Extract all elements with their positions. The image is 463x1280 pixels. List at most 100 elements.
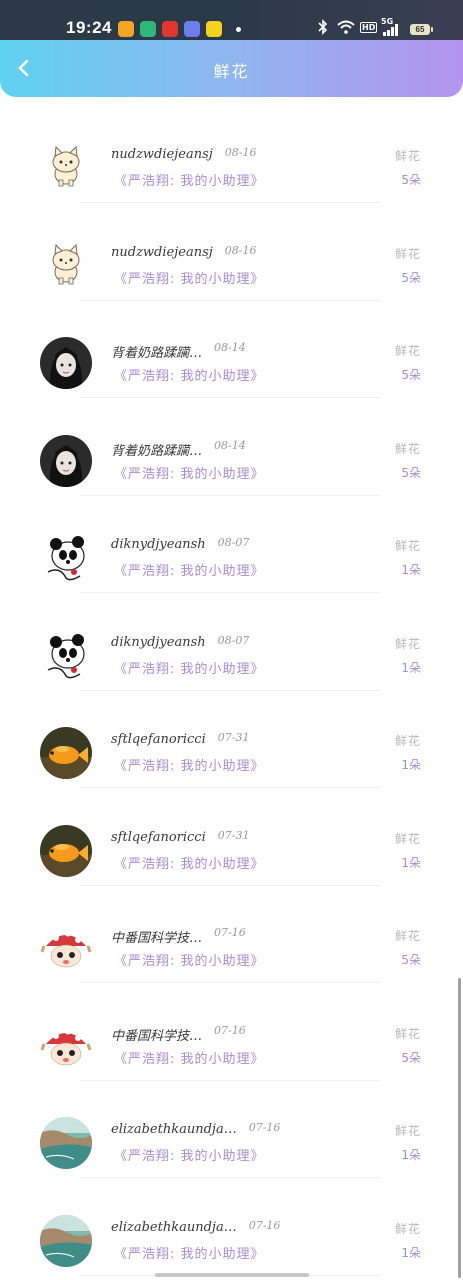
sender-name: elizabethkaundja… [111,1122,237,1137]
gift-count: 1朵 [401,758,421,772]
gift-date: 08-07 [217,536,250,549]
status-time: 19:24 [66,18,112,37]
camera-app-icon [140,21,156,37]
avatar[interactable] [40,532,92,584]
list-item[interactable]: nudzwdiejeansj 08-16 《严浩翔: 我的小助理》 鲜花 5朵 [0,103,463,203]
gift-type-label: 鲜花 [394,734,421,748]
gift-date: 08-07 [217,633,250,647]
gift-count: 1朵 [401,660,421,675]
gift-count: 5朵 [401,173,421,187]
gift-type-label: 鲜花 [394,831,421,846]
avatar[interactable] [40,142,92,194]
gift-date: 07-31 [217,731,250,744]
gift-type-label: 鲜花 [394,1221,421,1236]
gift-count: 1朵 [401,563,421,577]
avatar[interactable] [40,1117,92,1169]
list-item[interactable]: diknydjyeansh 08-07 《严浩翔: 我的小助理》 鲜花 1朵 [0,591,463,691]
list-item[interactable]: sftlqefanoricci 07-31 《严浩翔: 我的小助理》 鲜花 1朵 [0,786,463,886]
gift-type-label: 鲜花 [394,1026,421,1041]
gift-work-title[interactable]: 《严浩翔: 我的小助理》 [114,268,265,287]
battery-icon: 65 [410,24,433,35]
gift-work-title[interactable]: 《严浩翔: 我的小助理》 [114,755,265,774]
gift-work-title[interactable]: 《严浩翔: 我的小助理》 [114,463,265,482]
gift-count: 5朵 [401,368,421,382]
avatar[interactable] [40,922,92,974]
gift-work-title[interactable]: 《严浩翔: 我的小助理》 [114,170,265,189]
gift-date: 07-16 [248,1218,281,1232]
weibo-icon [118,21,134,37]
gift-date: 07-16 [214,1023,246,1037]
sender-name: 背着奶路蹂躏… [111,346,203,361]
gift-work-title[interactable]: 《严浩翔: 我的小助理》 [114,853,265,872]
sender-name: 中番国科学技… [111,931,203,946]
gift-work-title[interactable]: 《严浩翔: 我的小助理》 [114,1243,265,1262]
list-item[interactable]: 中番国科学技… 07-16 《严浩翔: 我的小助理》 鲜花 5朵 [0,981,463,1081]
gift-date: 08-14 [214,341,246,354]
wifi-icon [337,20,355,38]
gift-count: 5朵 [401,270,421,285]
avatar[interactable] [40,629,92,682]
list-item[interactable]: 背着奶路蹂躏… 08-14 《严浩翔: 我的小助理》 鲜花 5朵 [0,396,463,496]
gift-count: 5朵 [401,465,421,480]
sender-name: diknydjyeansh [111,634,206,650]
list-item[interactable]: sftlqefanoricci 07-31 《严浩翔: 我的小助理》 鲜花 1朵 [0,688,463,788]
hd-badge: HD [360,22,378,33]
gift-work-title[interactable]: 《严浩翔: 我的小助理》 [114,365,265,384]
gift-date: 07-16 [248,1121,281,1134]
gift-type-label: 鲜花 [394,149,421,163]
gift-work-title[interactable]: 《严浩翔: 我的小助理》 [114,1048,265,1067]
avatar[interactable] [40,239,92,292]
sender-name: 背着奶路蹂躏… [111,443,203,459]
vy-app-icon [206,21,222,37]
gift-date: 07-31 [217,828,250,842]
avatar[interactable] [40,824,92,877]
list-item[interactable]: diknydjyeansh 08-07 《严浩翔: 我的小助理》 鲜花 1朵 [0,493,463,593]
gift-type-label: 鲜花 [394,636,421,651]
gift-work-title[interactable]: 《严浩翔: 我的小助理》 [114,1145,265,1164]
list-item[interactable]: elizabethkaundja… 07-16 《严浩翔: 我的小助理》 鲜花 1朵 [0,1176,463,1276]
list-item[interactable]: 中番国科学技… 07-16 《严浩翔: 我的小助理》 鲜花 5朵 [0,883,463,983]
signal-icon [382,24,400,40]
sender-name: 中番国科学技… [111,1028,203,1044]
sender-name: nudzwdiejeansj [111,244,213,260]
gift-type-label: 鲜花 [394,539,421,553]
gift-date: 08-16 [224,243,257,257]
notification-dot-icon [236,27,241,32]
gift-date: 08-14 [214,438,246,452]
gift-type-label: 鲜花 [394,441,421,456]
flower-gift-list: nudzwdiejeansj 08-16 《严浩翔: 我的小助理》 鲜花 5朵 nudzw… [0,103,463,1276]
bluetooth-icon [318,19,328,39]
avatar[interactable] [40,727,92,779]
netease-music-icon [162,21,178,37]
avatar[interactable] [40,1019,92,1072]
avatar[interactable] [40,1214,92,1267]
gift-count: 5朵 [401,953,421,967]
sender-name: diknydjyeansh [111,537,206,552]
page-title: 鲜花 [213,62,250,81]
gift-type-label: 鲜花 [394,1124,421,1138]
list-item[interactable]: 背着奶路蹂躏… 08-14 《严浩翔: 我的小助理》 鲜花 5朵 [0,298,463,398]
gift-work-title[interactable]: 《严浩翔: 我的小助理》 [114,658,265,677]
gift-work-title[interactable]: 《严浩翔: 我的小助理》 [114,950,265,969]
gift-work-title[interactable]: 《严浩翔: 我的小助理》 [114,560,265,579]
home-indicator[interactable] [155,1273,309,1277]
list-item[interactable]: nudzwdiejeansj 08-16 《严浩翔: 我的小助理》 鲜花 5朵 [0,201,463,301]
avatar[interactable] [40,337,92,389]
sender-name: nudzwdiejeansj [111,147,213,162]
gift-date: 07-16 [214,926,246,939]
header-bar: 鲜花 [0,40,463,97]
photo-app-icon [184,21,200,37]
gift-count: 1朵 [401,1245,421,1260]
avatar[interactable] [40,434,92,487]
gift-type-label: 鲜花 [394,344,421,358]
gift-count: 1朵 [401,855,421,870]
sender-name: sftlqefanoricci [111,829,206,845]
scrollbar[interactable] [458,978,461,1278]
sender-name: elizabethkaundja… [111,1219,237,1235]
sender-name: sftlqefanoricci [111,732,206,747]
gift-type-label: 鲜花 [394,929,421,943]
gift-count: 5朵 [401,1050,421,1065]
gift-type-label: 鲜花 [394,246,421,261]
gift-date: 08-16 [224,146,257,159]
list-item[interactable]: elizabethkaundja… 07-16 《严浩翔: 我的小助理》 鲜花 1朵 [0,1078,463,1178]
